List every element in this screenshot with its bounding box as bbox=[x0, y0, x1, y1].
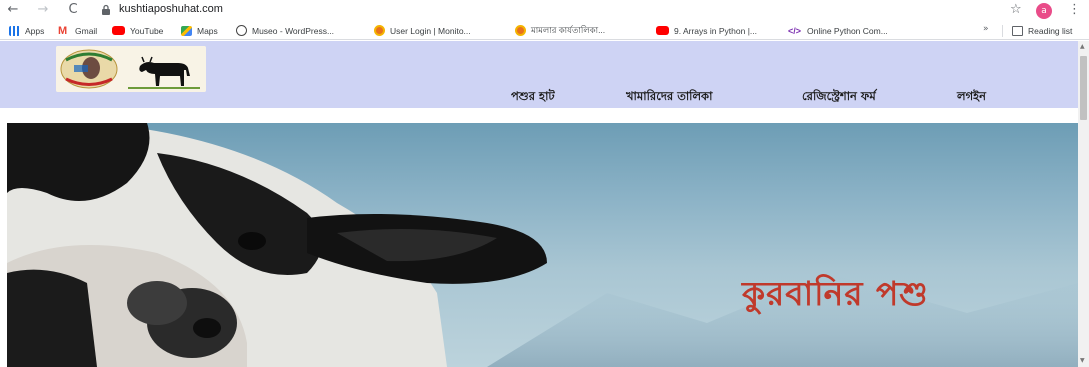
bookmarks-bar: Apps M Gmail YouTube Maps Museo - WordPr… bbox=[0, 21, 1089, 40]
bookmark-gmail[interactable]: M Gmail bbox=[58, 24, 97, 37]
code-icon: </> bbox=[788, 25, 802, 36]
bookmark-user-login[interactable]: User Login | Monito... bbox=[374, 24, 471, 37]
profile-avatar[interactable]: a bbox=[1036, 3, 1052, 19]
lock-icon[interactable] bbox=[100, 4, 112, 16]
wordpress-icon bbox=[236, 25, 247, 36]
nav-link-login[interactable]: লগইন bbox=[957, 88, 986, 107]
web-page: পশুর হাট খামারিদের তালিকা রেজিস্ট্রেশান … bbox=[0, 41, 1078, 367]
bookmark-youtube[interactable]: YouTube bbox=[112, 24, 163, 37]
nav-link-khamari-list[interactable]: খামারিদের তালিকা bbox=[626, 88, 712, 107]
youtube-icon bbox=[112, 26, 125, 35]
bookmark-label: Apps bbox=[25, 25, 45, 36]
bookmark-mamlar[interactable]: মামলার কার্যতালিকা... bbox=[515, 24, 605, 37]
reading-list-icon bbox=[1012, 25, 1023, 36]
bookmark-apps[interactable]: Apps bbox=[9, 24, 44, 37]
browser-toolbar: ← → C kushtiaposhuhat.com ☆ a ⋮ bbox=[0, 0, 1089, 21]
bookmark-star-icon[interactable]: ☆ bbox=[1010, 2, 1022, 17]
bookmark-label: Maps bbox=[197, 25, 218, 36]
browser-menu-icon[interactable]: ⋮ bbox=[1068, 2, 1081, 17]
scroll-down-arrow-icon[interactable]: ▼ bbox=[1080, 357, 1085, 364]
youtube-icon bbox=[656, 26, 669, 35]
bookmark-label: YouTube bbox=[130, 25, 164, 36]
bookmark-divider bbox=[1002, 25, 1003, 37]
forward-button[interactable]: → bbox=[34, 2, 52, 18]
hero-cow-image bbox=[7, 123, 1078, 367]
more-bookmarks-chevron[interactable]: » bbox=[983, 24, 989, 34]
navbar-spacer bbox=[0, 108, 1078, 124]
bookmark-label: User Login | Monito... bbox=[390, 25, 471, 36]
apps-grid-icon bbox=[9, 25, 20, 36]
nav-link-poshur-hat[interactable]: পশুর হাট bbox=[511, 88, 555, 107]
bookmark-label: 9. Arrays in Python |... bbox=[674, 25, 757, 36]
bookmark-label: মামলার কার্যতালিকা... bbox=[531, 24, 606, 35]
site-logo[interactable] bbox=[56, 46, 206, 92]
maps-icon bbox=[181, 25, 192, 36]
nav-link-registration-form[interactable]: রেজিস্ট্রেশান ফর্ম bbox=[802, 88, 876, 107]
bookmark-online-python[interactable]: </> Online Python Com... bbox=[788, 24, 888, 37]
hero-banner: কুরবানির পশু bbox=[7, 123, 1078, 367]
reading-list-button[interactable]: Reading list bbox=[1012, 24, 1072, 37]
bookmark-arrays-python[interactable]: 9. Arrays in Python |... bbox=[656, 24, 757, 37]
address-bar[interactable]: kushtiaposhuhat.com bbox=[119, 3, 223, 15]
reading-list-label: Reading list bbox=[1028, 25, 1073, 36]
bookmark-wordpress[interactable]: Museo - WordPress... bbox=[236, 24, 334, 37]
back-button[interactable]: ← bbox=[4, 2, 22, 18]
scroll-up-arrow-icon[interactable]: ▲ bbox=[1080, 43, 1085, 50]
hero-title: কুরবানির পশু bbox=[742, 274, 929, 313]
reload-button[interactable]: C bbox=[64, 2, 82, 18]
site-icon bbox=[515, 25, 526, 36]
bookmark-label: Gmail bbox=[75, 25, 98, 36]
logo-image bbox=[56, 46, 206, 92]
gmail-icon: M bbox=[58, 24, 68, 37]
bookmark-label: Online Python Com... bbox=[807, 25, 888, 36]
page-scrollbar-thumb[interactable] bbox=[1080, 56, 1087, 120]
bookmark-maps[interactable]: Maps bbox=[181, 24, 218, 37]
site-icon bbox=[374, 25, 385, 36]
site-navbar: পশুর হাট খামারিদের তালিকা রেজিস্ট্রেশান … bbox=[0, 41, 1078, 108]
bookmark-label: Museo - WordPress... bbox=[252, 25, 335, 36]
